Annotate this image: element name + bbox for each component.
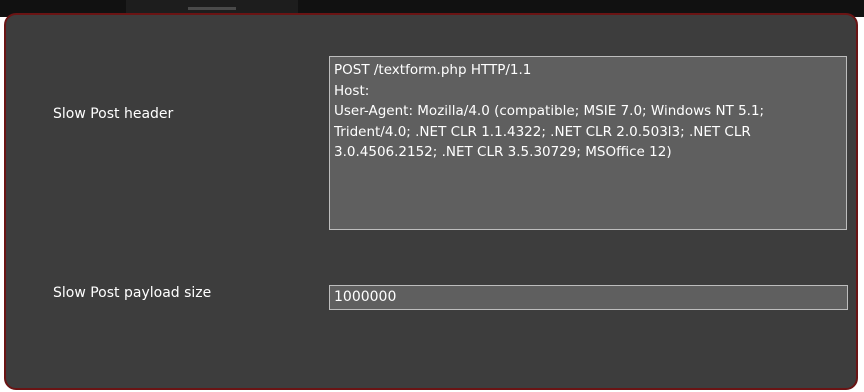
tab-indicator bbox=[188, 7, 236, 10]
slow-post-payload-size-field[interactable]: 1000000 bbox=[329, 285, 848, 310]
slow-post-header-field[interactable]: POST /textform.php HTTP/1.1 Host: User-A… bbox=[329, 56, 847, 230]
slow-post-header-label: Slow Post header bbox=[53, 106, 174, 122]
slow-post-payload-size-label: Slow Post payload size bbox=[53, 285, 212, 301]
app-window: Slow Post header POST /textform.php HTTP… bbox=[0, 0, 864, 392]
